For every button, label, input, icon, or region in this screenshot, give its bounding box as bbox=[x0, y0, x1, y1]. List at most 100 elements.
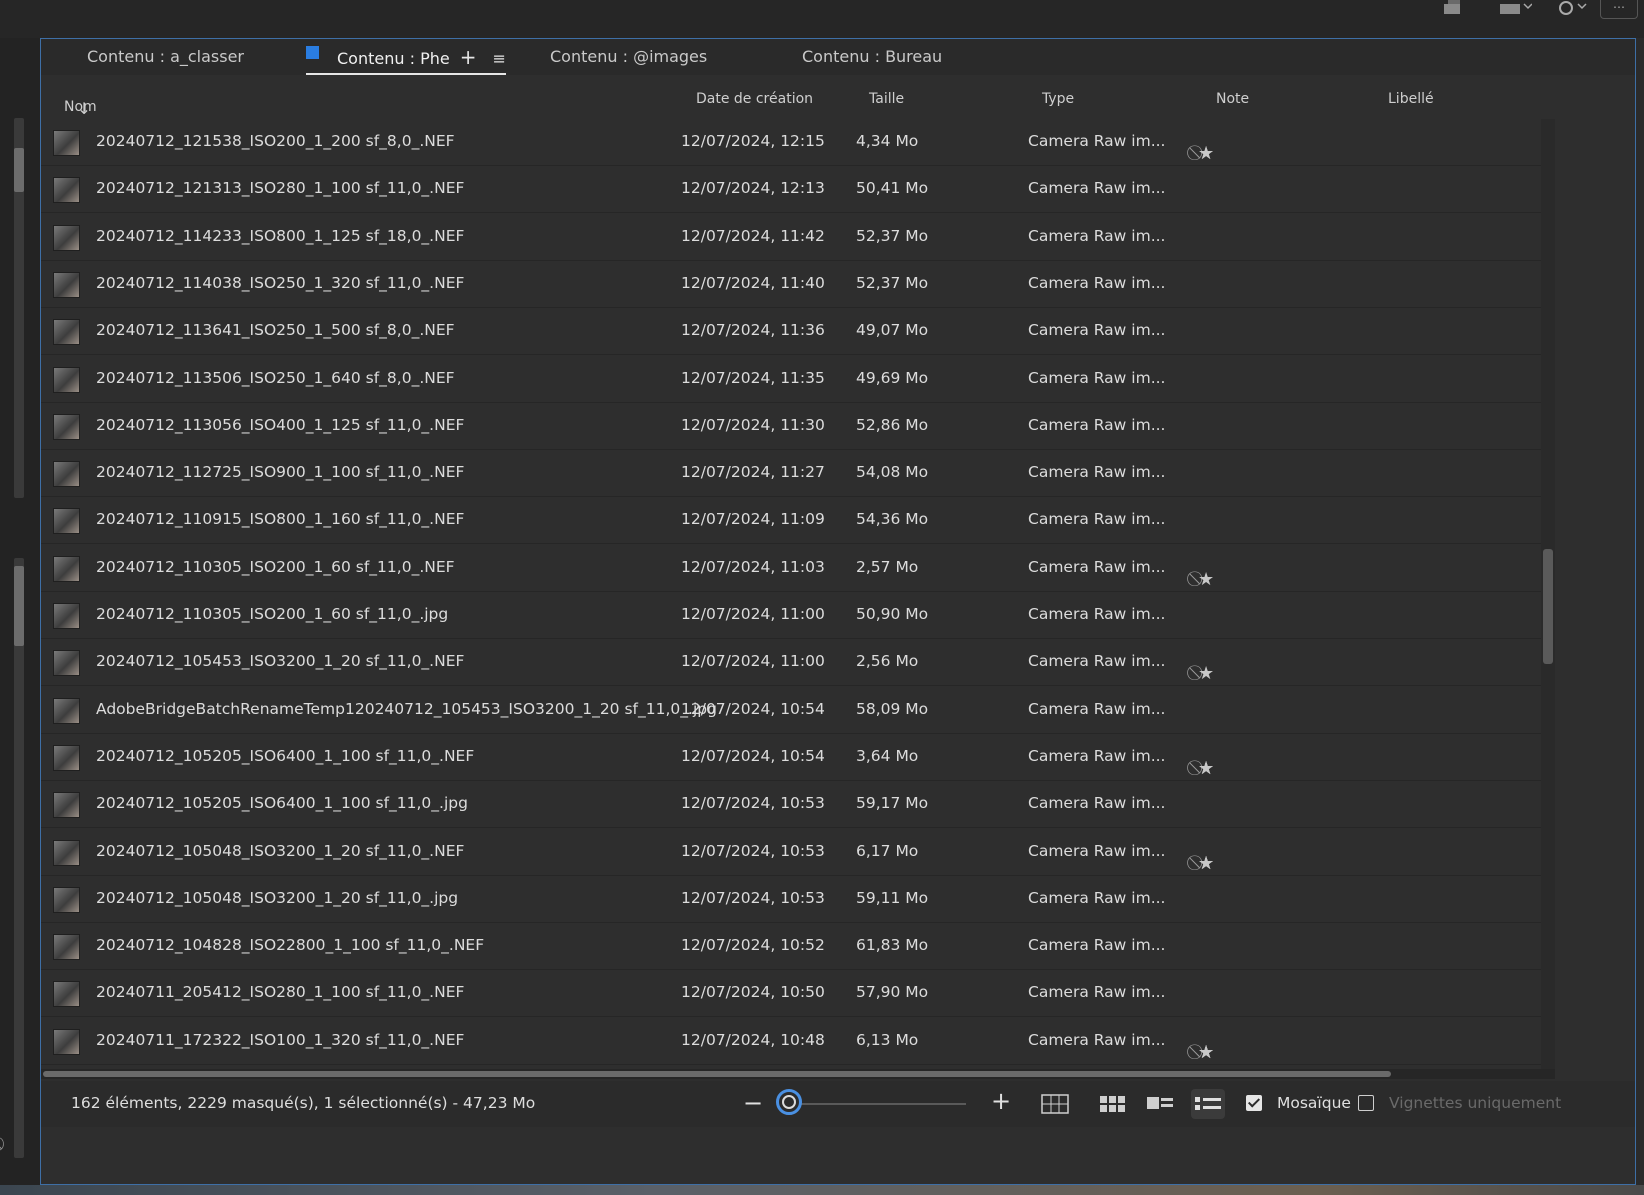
list-view-icon[interactable] bbox=[1191, 1089, 1225, 1119]
file-name: 20240712_105205_ISO6400_1_100 sf_11,0_.N… bbox=[96, 746, 475, 765]
left-scrollbar-top[interactable] bbox=[14, 118, 24, 498]
thumbnail-image bbox=[53, 603, 80, 629]
thumbnail-image bbox=[53, 697, 80, 724]
file-size: 61,83 Mo bbox=[856, 936, 929, 955]
file-size: 52,37 Mo bbox=[856, 226, 929, 245]
vertical-scrollbar[interactable] bbox=[1541, 119, 1555, 1069]
table-row[interactable]: 20240712_110305_ISO200_1_60 sf_11,0_.NEF… bbox=[41, 545, 1541, 592]
star-icon[interactable]: ★ bbox=[1198, 1042, 1215, 1063]
table-row[interactable]: 20240712_113056_ISO400_1_125 sf_11,0_.NE… bbox=[41, 403, 1541, 450]
table-row[interactable]: 20240712_104828_ISO22800_1_100 sf_11,0_.… bbox=[41, 923, 1541, 971]
thumbnail-image bbox=[53, 1028, 80, 1055]
creation-date: 12/07/2024, 11:35 bbox=[681, 368, 825, 387]
file-size: 3,64 Mo bbox=[856, 746, 919, 765]
file-size: 59,11 Mo bbox=[856, 888, 929, 907]
file-name: 20240712_110305_ISO200_1_60 sf_11,0_.NEF bbox=[96, 557, 455, 576]
color-swatch-icon bbox=[306, 46, 319, 59]
table-row[interactable]: 20240712_105048_ISO3200_1_20 sf_11,0_.jp… bbox=[41, 876, 1541, 923]
tab-phe[interactable]: Contenu : Phe + ≡ bbox=[306, 39, 506, 75]
thumbnail-size-slider[interactable] bbox=[786, 1103, 966, 1105]
thumbnail-image bbox=[53, 792, 80, 819]
star-icon[interactable]: ★ bbox=[1198, 853, 1215, 874]
column-name[interactable]: Nom ↓ bbox=[64, 91, 97, 118]
thumbnail-image bbox=[53, 130, 80, 156]
table-row[interactable]: 20240712_112725_ISO900_1_100 sf_11,0_.NE… bbox=[41, 450, 1541, 498]
scroll-thumb[interactable] bbox=[1543, 549, 1553, 664]
scroll-thumb[interactable] bbox=[43, 1071, 1391, 1077]
column-type[interactable]: Type bbox=[1042, 91, 1074, 107]
horizontal-scrollbar[interactable] bbox=[41, 1069, 1555, 1079]
column-rating[interactable]: Note bbox=[1216, 91, 1249, 107]
tab-images[interactable]: Contenu : @images bbox=[550, 39, 707, 75]
table-row[interactable]: 20240712_113641_ISO250_1_500 sf_8,0_.NEF… bbox=[41, 308, 1541, 356]
mosaic-checkbox[interactable] bbox=[1246, 1095, 1262, 1111]
star-icon[interactable]: ★ bbox=[1198, 758, 1215, 779]
file-size: 54,36 Mo bbox=[856, 510, 929, 529]
table-row[interactable]: 20240712_110305_ISO200_1_60 sf_11,0_.jpg… bbox=[41, 592, 1541, 639]
thumbnail-image bbox=[53, 508, 80, 535]
table-row[interactable]: AdobeBridgeBatchRenameTemp120240712_1054… bbox=[41, 687, 1541, 734]
creation-date: 12/07/2024, 11:27 bbox=[681, 463, 825, 482]
thumbnail-image bbox=[53, 271, 80, 298]
zoom-in-icon[interactable]: + bbox=[991, 1087, 1011, 1115]
table-row[interactable]: 20240712_121313_ISO280_1_100 sf_11,0_.NE… bbox=[41, 166, 1541, 214]
tab-bureau[interactable]: Contenu : Bureau bbox=[802, 39, 942, 75]
file-type: Camera Raw im... bbox=[1028, 415, 1166, 434]
ban-icon[interactable]: ⃠ bbox=[0, 1136, 16, 1152]
table-row[interactable]: 20240711_205412_ISO280_1_100 sf_11,0_.NE… bbox=[41, 970, 1541, 1018]
file-type: Camera Raw im... bbox=[1028, 510, 1166, 529]
star-icon[interactable]: ★ bbox=[1198, 569, 1215, 590]
file-size: 57,90 Mo bbox=[856, 983, 929, 1002]
grid-view-icon[interactable] bbox=[1038, 1089, 1072, 1119]
table-row[interactable]: 20240712_113506_ISO250_1_640 sf_8,0_.NEF… bbox=[41, 356, 1541, 403]
add-tab-icon[interactable]: + bbox=[460, 45, 477, 69]
file-name: 20240712_113506_ISO250_1_640 sf_8,0_.NEF bbox=[96, 368, 455, 387]
thumbs-only-label: Vignettes uniquement bbox=[1389, 1094, 1562, 1112]
table-row[interactable]: 20240712_110915_ISO800_1_160 sf_11,0_.NE… bbox=[41, 497, 1541, 545]
file-size: 2,57 Mo bbox=[856, 557, 919, 576]
slider-knob[interactable] bbox=[776, 1089, 802, 1115]
file-name: 20240711_205412_ISO280_1_100 sf_11,0_.NE… bbox=[96, 983, 465, 1002]
table-row[interactable]: 20240712_114233_ISO800_1_125 sf_18,0_.NE… bbox=[41, 214, 1541, 261]
star-icon[interactable]: ★ bbox=[1198, 663, 1215, 684]
thumbnail-image bbox=[53, 650, 80, 677]
file-size: 52,86 Mo bbox=[856, 415, 929, 434]
zoom-out-icon[interactable]: − bbox=[743, 1089, 763, 1117]
column-size[interactable]: Taille bbox=[869, 91, 904, 107]
column-date[interactable]: Date de création bbox=[696, 91, 813, 107]
filter-icon[interactable] bbox=[1498, 0, 1532, 16]
table-row[interactable]: 20240712_121538_ISO200_1_200 sf_8,0_.NEF… bbox=[41, 119, 1541, 166]
creation-date: 12/07/2024, 10:52 bbox=[681, 936, 825, 955]
more-menu-button[interactable]: ⋯ bbox=[1600, 0, 1638, 19]
table-row[interactable]: 20240711_172322_ISO100_1_320 sf_11,0_.NE… bbox=[41, 1018, 1541, 1065]
left-panel-edge: ⃠ bbox=[0, 38, 40, 1195]
thumbnail-image bbox=[53, 744, 80, 771]
thumbnail-view-icon[interactable] bbox=[1096, 1089, 1130, 1119]
file-name: 20240712_110915_ISO800_1_160 sf_11,0_.NE… bbox=[96, 510, 465, 529]
table-row[interactable]: 20240712_105205_ISO6400_1_100 sf_11,0_.N… bbox=[41, 734, 1541, 781]
file-type: Camera Raw im... bbox=[1028, 368, 1166, 387]
file-type: Camera Raw im... bbox=[1028, 273, 1166, 292]
detail-view-icon[interactable] bbox=[1143, 1089, 1177, 1119]
file-name: 20240712_110305_ISO200_1_60 sf_11,0_.jpg bbox=[96, 605, 449, 623]
file-type: Camera Raw im... bbox=[1028, 699, 1166, 718]
thumbnail-image bbox=[53, 886, 80, 913]
tab-label: Contenu : Bureau bbox=[802, 47, 943, 66]
table-row[interactable]: 20240712_105048_ISO3200_1_20 sf_11,0_.NE… bbox=[41, 829, 1541, 876]
star-icon[interactable]: ★ bbox=[1198, 143, 1215, 164]
file-name: 20240712_105048_ISO3200_1_20 sf_11,0_.jp… bbox=[96, 888, 459, 907]
settings-icon[interactable] bbox=[1556, 0, 1587, 16]
tab-a-classer[interactable]: Contenu : a_classer bbox=[87, 39, 244, 75]
sort-down-icon[interactable]: ↓ bbox=[77, 99, 90, 118]
left-scrollbar-bottom[interactable] bbox=[14, 558, 24, 1158]
thumbnail-image bbox=[53, 839, 80, 866]
thumbs-only-checkbox[interactable] bbox=[1358, 1095, 1374, 1111]
column-label[interactable]: Libellé bbox=[1388, 91, 1434, 107]
stack-icon[interactable] bbox=[1440, 0, 1468, 16]
table-row[interactable]: 20240712_105205_ISO6400_1_100 sf_11,0_.j… bbox=[41, 781, 1541, 829]
table-row[interactable]: 20240712_105453_ISO3200_1_20 sf_11,0_.NE… bbox=[41, 639, 1541, 687]
table-row[interactable]: 20240712_114038_ISO250_1_320 sf_11,0_.NE… bbox=[41, 261, 1541, 308]
file-name: 20240712_121313_ISO280_1_100 sf_11,0_.NE… bbox=[96, 179, 465, 198]
tab-menu-icon[interactable]: ≡ bbox=[492, 49, 505, 68]
creation-date: 12/07/2024, 11:09 bbox=[681, 510, 825, 529]
